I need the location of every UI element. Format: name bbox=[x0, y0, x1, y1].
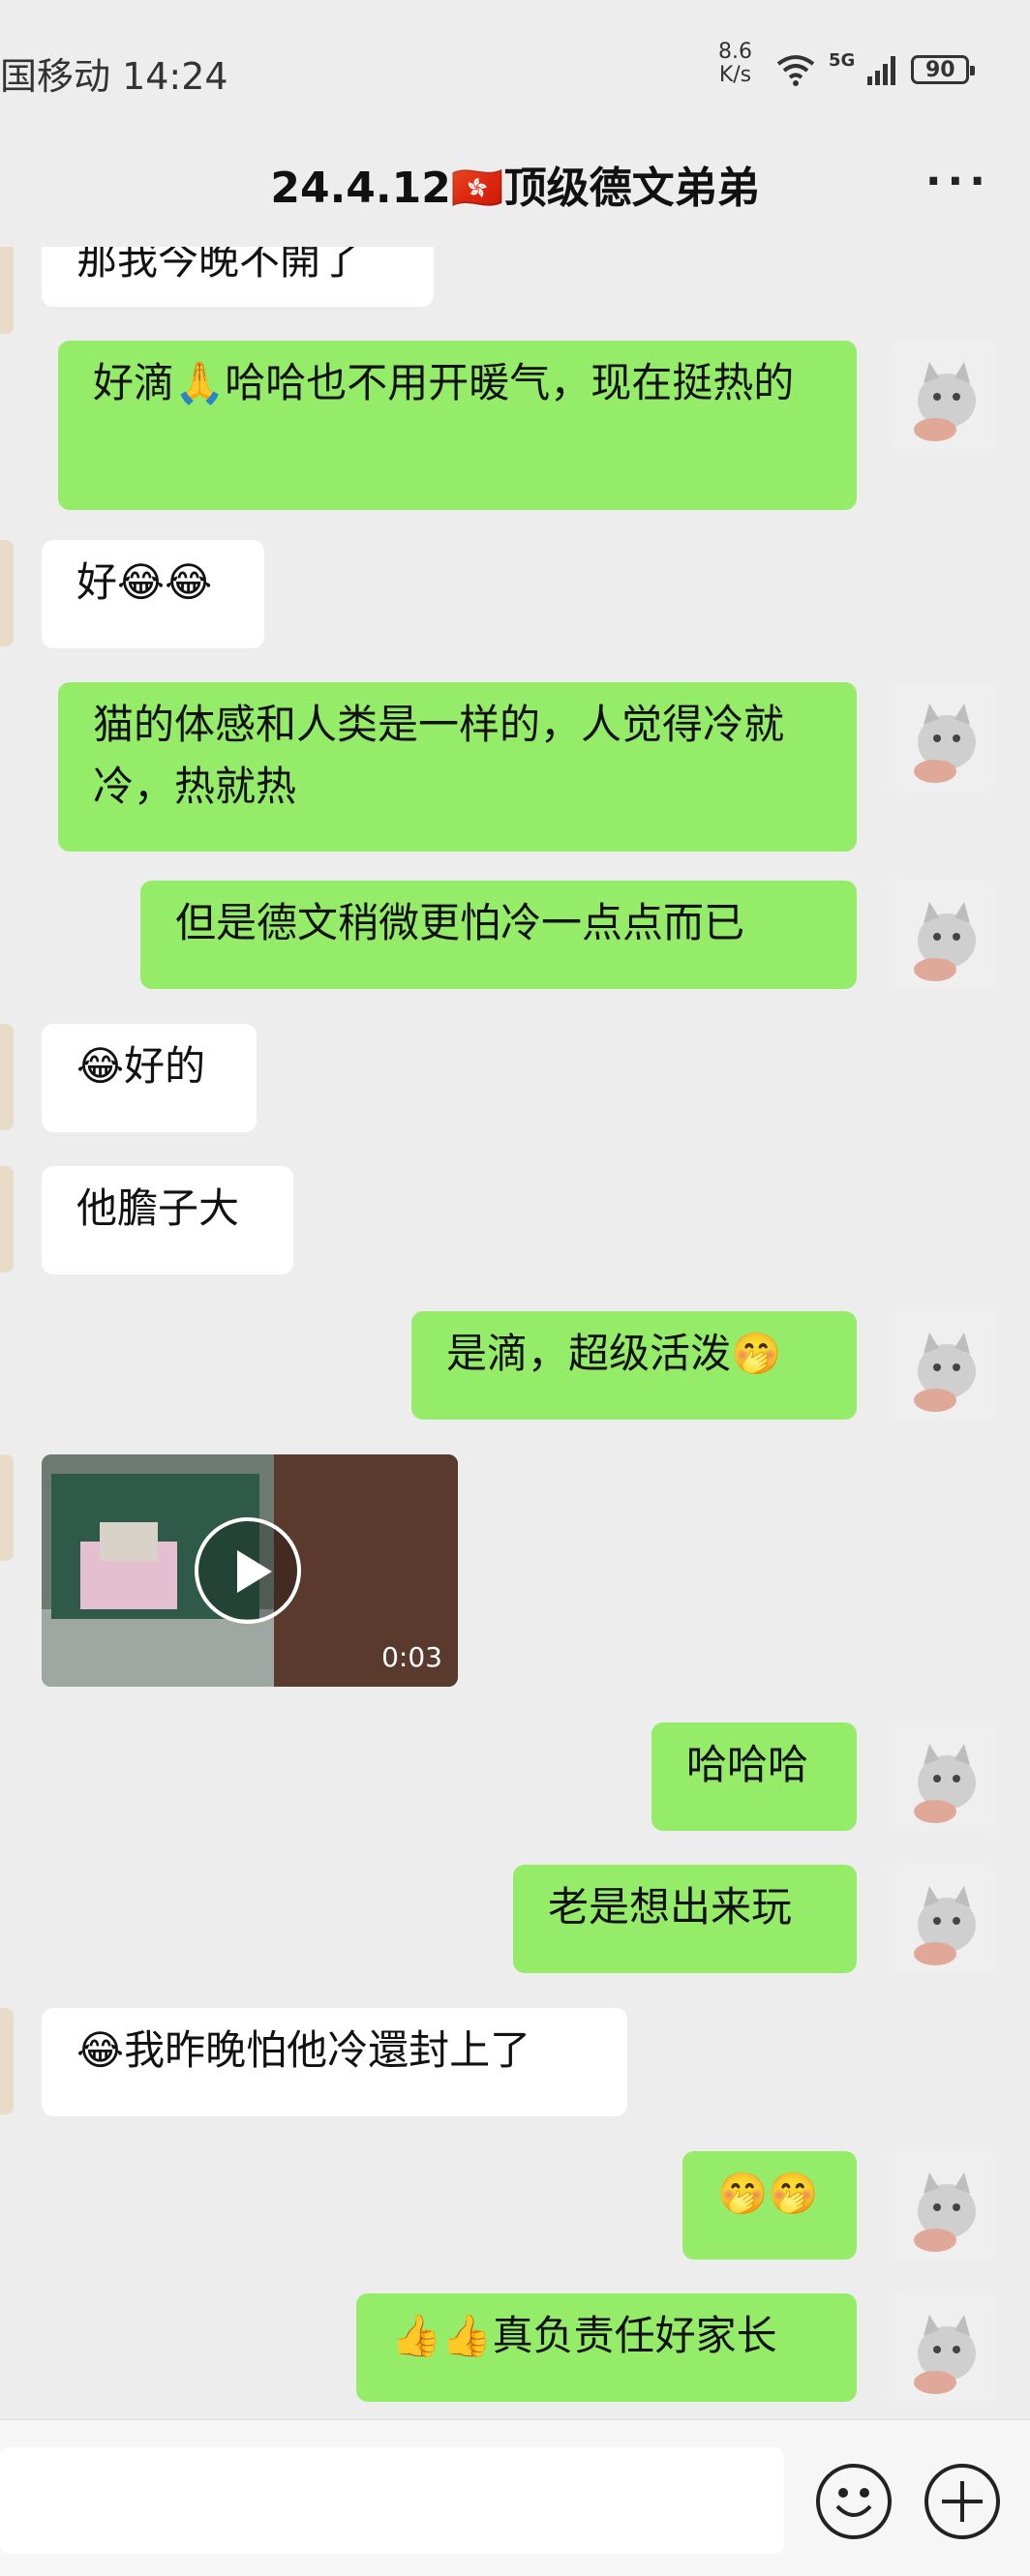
cat-avatar-image bbox=[889, 1865, 997, 1973]
wifi-icon bbox=[776, 55, 815, 86]
cat-avatar-image bbox=[889, 682, 997, 791]
message-bubble-received[interactable]: 那我今晚不開了 bbox=[42, 247, 434, 307]
status-bar: 国移动 14:24 8.6 K/s 5G 90 bbox=[0, 0, 1030, 135]
network-speed-unit: K/s bbox=[718, 63, 752, 87]
chat-title: 24.4.12🇭🇰顶级德文弟弟 bbox=[270, 164, 760, 213]
my-avatar[interactable] bbox=[889, 2293, 997, 2402]
cat-avatar-image bbox=[889, 2151, 997, 2260]
my-avatar[interactable] bbox=[889, 1722, 997, 1831]
cat-avatar-image bbox=[889, 341, 997, 449]
chat-area[interactable]: 那我今晚不開了 好滴🙏哈哈也不用开暖气，现在挺热的 好😂😂 猫的体感和人类是一样… bbox=[0, 247, 1030, 2419]
my-avatar[interactable] bbox=[889, 2151, 997, 2260]
add-icon[interactable] bbox=[924, 2464, 1000, 2539]
more-options-icon[interactable]: ··· bbox=[925, 157, 991, 206]
my-avatar[interactable] bbox=[889, 1865, 997, 1973]
peer-avatar[interactable] bbox=[0, 1166, 14, 1273]
message-bubble-sent[interactable]: 但是德文稍微更怕冷一点点而已 bbox=[140, 881, 857, 989]
my-avatar[interactable] bbox=[889, 682, 997, 791]
my-avatar[interactable] bbox=[889, 1311, 997, 1420]
message-input[interactable] bbox=[0, 2447, 784, 2554]
message-bubble-received[interactable]: 他膽子大 bbox=[42, 1166, 293, 1274]
peer-avatar[interactable] bbox=[0, 1454, 14, 1561]
signal-icon bbox=[867, 56, 896, 85]
battery-level: 90 bbox=[925, 57, 955, 82]
video-duration: 0:03 bbox=[381, 1641, 442, 1673]
status-icons: 5G 90 bbox=[774, 48, 976, 91]
cat-avatar-image bbox=[889, 881, 997, 989]
video-message[interactable]: 0:03 bbox=[42, 1454, 458, 1687]
message-bubble-sent[interactable]: 好滴🙏哈哈也不用开暖气，现在挺热的 bbox=[58, 341, 857, 510]
input-bar bbox=[0, 2419, 1030, 2576]
cat-avatar-image bbox=[889, 1311, 997, 1420]
peer-avatar[interactable] bbox=[0, 1024, 14, 1130]
peer-avatar[interactable] bbox=[0, 540, 14, 646]
emoji-icon[interactable] bbox=[816, 2464, 892, 2539]
peer-avatar[interactable] bbox=[0, 247, 14, 334]
message-bubble-received[interactable]: 😂好的 bbox=[42, 1024, 257, 1132]
network-speed-value: 8.6 bbox=[718, 40, 752, 64]
my-avatar[interactable] bbox=[889, 881, 997, 989]
message-bubble-sent[interactable]: 哈哈哈 bbox=[651, 1722, 857, 1831]
message-bubble-sent[interactable]: 猫的体感和人类是一样的，人觉得冷就冷，热就热 bbox=[58, 682, 857, 852]
network-speed: 8.6 K/s bbox=[718, 41, 752, 87]
message-bubble-sent[interactable]: 老是想出来玩 bbox=[513, 1865, 857, 1973]
carrier-time: 国移动 14:24 bbox=[0, 55, 228, 98]
plus-glyph bbox=[942, 2481, 983, 2522]
message-bubble-received[interactable]: 好😂😂 bbox=[42, 540, 264, 648]
cat-avatar-image bbox=[889, 1722, 997, 1831]
cat-avatar-image bbox=[889, 2293, 997, 2402]
my-avatar[interactable] bbox=[889, 341, 997, 449]
battery-icon: 90 bbox=[911, 55, 976, 84]
chat-header: 24.4.12🇭🇰顶级德文弟弟 ··· bbox=[0, 135, 1030, 247]
message-bubble-sent[interactable]: 🤭🤭 bbox=[682, 2151, 857, 2260]
play-icon[interactable] bbox=[195, 1517, 301, 1624]
peer-avatar[interactable] bbox=[0, 2008, 14, 2114]
message-bubble-sent[interactable]: 👍👍真负责任好家长 bbox=[356, 2293, 857, 2402]
message-bubble-sent[interactable]: 是滴，超级活泼🤭 bbox=[411, 1311, 857, 1420]
message-bubble-received[interactable]: 😂我昨晚怕他冷還封上了 bbox=[42, 2008, 627, 2116]
smiley-glyph bbox=[835, 2488, 872, 2517]
network-type: 5G bbox=[829, 49, 856, 71]
